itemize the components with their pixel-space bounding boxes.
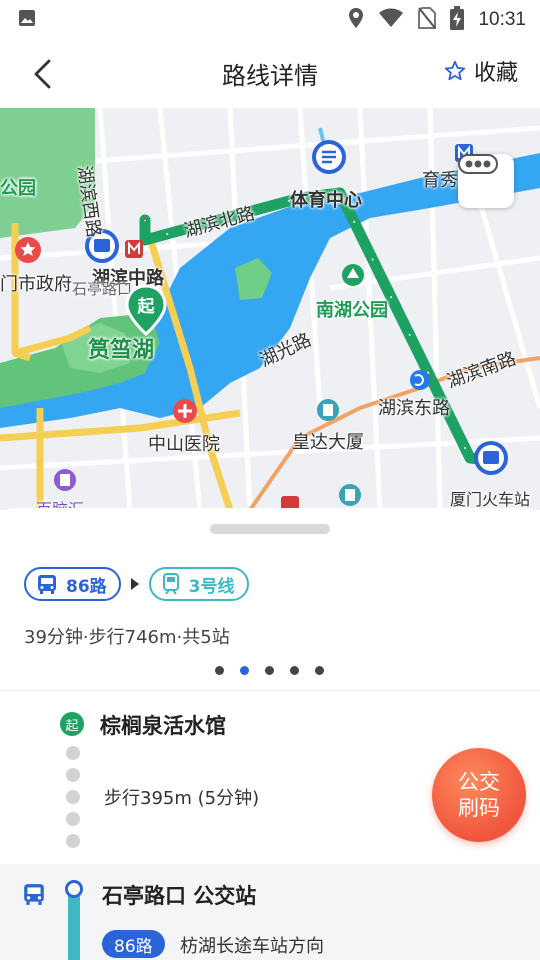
route-map[interactable]: 公园 门市政府 湖滨中路 石亭路口 湖滨北路 体育中心 育秀 湖滨西路 筼筜湖 … bbox=[0, 108, 540, 510]
page-dot[interactable] bbox=[315, 666, 324, 675]
favorite-button[interactable]: 收藏 bbox=[444, 54, 518, 88]
map-label-tiyuzhongxin: 体育中心 bbox=[290, 190, 362, 211]
star-icon bbox=[444, 60, 466, 81]
walk-path-dots bbox=[66, 746, 80, 848]
bus-icon bbox=[38, 575, 56, 594]
segment-metro: 3号线 bbox=[148, 567, 249, 601]
map-label-nanhugongyuan: 南湖公园 bbox=[316, 300, 388, 321]
start-marker-label: 起 bbox=[137, 297, 155, 317]
walk-instruction: 步行395m (5分钟) bbox=[104, 788, 260, 809]
map-more-button[interactable] bbox=[458, 154, 514, 208]
route-segments[interactable]: 86路 3号线 bbox=[24, 567, 249, 601]
map-label-hubindonglu: 湖滨东路 bbox=[378, 398, 450, 419]
page-indicator[interactable] bbox=[215, 666, 324, 675]
bus-direction: 枋湖长途车站方向 bbox=[180, 936, 324, 957]
bus-icon bbox=[22, 882, 46, 910]
segment-bus-label: 86路 bbox=[66, 576, 107, 597]
map-label-zhongshanyiyuan: 中山医院 bbox=[148, 434, 220, 455]
map-label-yundanghu: 筼筜湖 bbox=[88, 338, 155, 363]
pay-button-line2: 刷码 bbox=[458, 796, 500, 820]
more-dots-icon bbox=[458, 154, 498, 174]
bus-pay-qr-button[interactable]: 公交 刷码 bbox=[432, 748, 526, 842]
map-label-yuxiu: 育秀 bbox=[422, 170, 458, 191]
page-dot[interactable] bbox=[215, 666, 224, 675]
map-label-huangdadasha: 皇达大厦 bbox=[292, 432, 364, 453]
start-location: 棕榈泉活水馆 bbox=[100, 714, 226, 738]
route-line bbox=[68, 888, 80, 960]
favorite-label: 收藏 bbox=[473, 61, 518, 86]
arrow-right-icon bbox=[130, 578, 139, 590]
map-label-xiamenhuochezhan: 厦门火车站 bbox=[450, 490, 531, 509]
app-bar: 路线详情 收藏 bbox=[0, 36, 540, 108]
page-dot-active[interactable] bbox=[240, 666, 249, 675]
metro-icon bbox=[162, 573, 179, 595]
pay-button-line1: 公交 bbox=[458, 770, 500, 794]
stop-marker bbox=[65, 880, 83, 898]
sheet-drag-handle[interactable] bbox=[210, 524, 330, 534]
map-label-shizhengfu: 门市政府 bbox=[0, 274, 72, 295]
route-detail-sheet: 86路 3号线 39分钟·步行746m·共5站 起 棕榈泉活水馆 步行395m … bbox=[0, 508, 540, 960]
start-marker-icon[interactable]: 起 bbox=[124, 284, 168, 336]
segment-metro-label: 3号线 bbox=[188, 576, 235, 597]
start-badge: 起 bbox=[60, 712, 84, 736]
segment-bus: 86路 bbox=[24, 567, 121, 601]
image-icon bbox=[18, 9, 36, 31]
map-label-shitinglukou: 石亭路口 bbox=[72, 280, 133, 298]
battery-charging-icon bbox=[450, 6, 465, 34]
location-icon bbox=[348, 7, 364, 33]
bus-stop-name: 石亭路口 公交站 bbox=[102, 884, 257, 908]
wifi-icon bbox=[378, 8, 404, 32]
route-summary: 39分钟·步行746m·共5站 bbox=[24, 627, 230, 648]
no-sim-icon bbox=[418, 7, 437, 33]
status-bar: 10:31 bbox=[0, 0, 540, 36]
bus-step[interactable]: 石亭路口 公交站 86路 枋湖长途车站方向 bbox=[0, 864, 540, 960]
page-dot[interactable] bbox=[290, 666, 299, 675]
bus-line-badge[interactable]: 86路 bbox=[102, 930, 165, 958]
status-time: 10:31 bbox=[478, 9, 526, 30]
map-label-gongyuan: 公园 bbox=[0, 178, 36, 199]
divider bbox=[0, 690, 540, 691]
page-dot[interactable] bbox=[265, 666, 274, 675]
